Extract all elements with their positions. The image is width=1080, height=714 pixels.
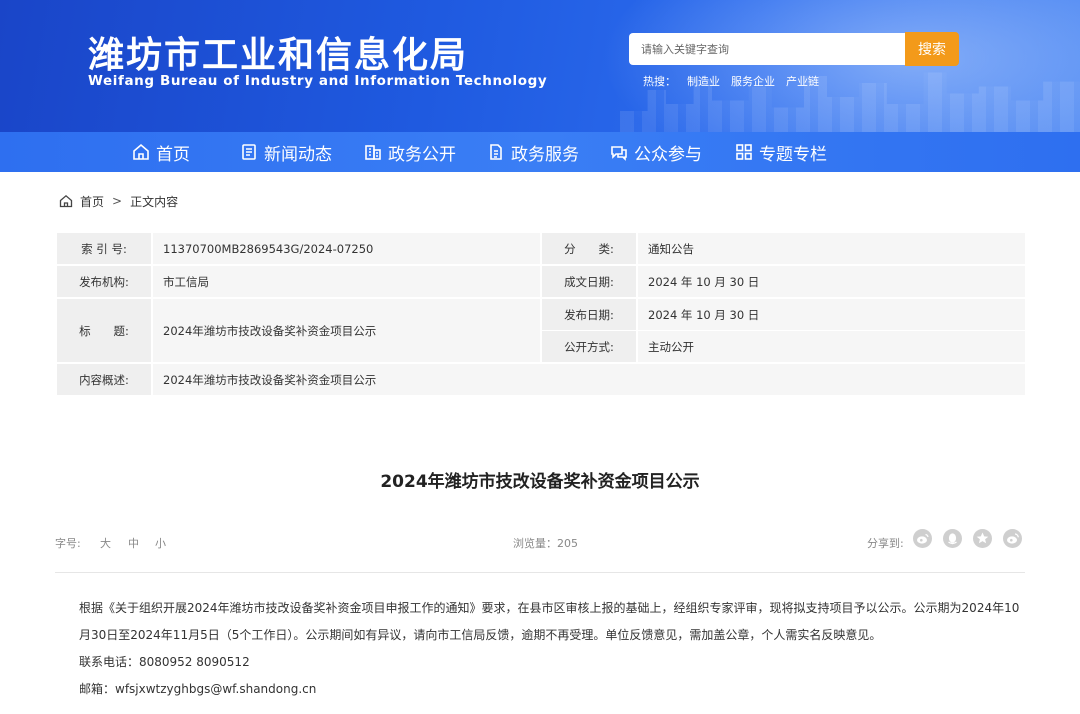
hot-search-link[interactable]: 制造业 — [687, 75, 720, 88]
publisher-label: 发布机构: — [57, 266, 151, 297]
category-value: 通知公告 — [638, 233, 1025, 264]
search-input[interactable] — [629, 33, 905, 65]
font-size-label: 字号: — [55, 537, 81, 550]
hot-search-link[interactable]: 服务企业 — [731, 75, 775, 88]
disclosure-method-value: 主动公开 — [638, 331, 1025, 362]
share-weibo-alt-icon[interactable] — [1003, 529, 1022, 548]
nav-item-label: 专题专栏 — [759, 144, 827, 165]
home-icon — [133, 143, 149, 160]
nav-item-label: 新闻动态 — [264, 144, 332, 165]
title-label: 标 题: — [57, 299, 151, 362]
nav-item-gov-affairs[interactable]: 政务公开 — [364, 132, 456, 172]
title-value: 2024年潍坊市技改设备奖补资金项目公示 — [153, 299, 540, 362]
share-label: 分享到: — [867, 537, 904, 550]
share-qq-icon[interactable] — [943, 529, 962, 548]
hot-search-words: 热搜： 制造业 服务企业 产业链 — [643, 73, 830, 89]
summary-value: 2024年潍坊市技改设备奖补资金项目公示 — [153, 364, 1025, 395]
breadcrumb-separator: > — [112, 194, 123, 208]
share-weibo-icon[interactable] — [913, 529, 932, 548]
document-info-table: 索 引 号: 11370700MB2869543G/2024-07250 分 类… — [57, 233, 1025, 395]
main-nav: 首页 新闻动态 政务公开 政务服务 公众参与 专题专栏 — [0, 132, 1080, 172]
font-size-large-button[interactable]: 大 — [100, 535, 111, 551]
index-number-label: 索 引 号: — [57, 233, 151, 264]
breadcrumb-current: 正文内容 — [130, 194, 179, 209]
divider — [55, 572, 1025, 573]
index-number-value: 11370700MB2869543G/2024-07250 — [153, 233, 540, 264]
document-icon — [490, 144, 502, 160]
site-title[interactable]: 潍坊市工业和信息化局 — [88, 26, 468, 78]
hot-search-link[interactable]: 产业链 — [786, 75, 819, 88]
home-icon — [59, 194, 73, 208]
category-label: 分 类: — [542, 233, 636, 264]
article-toolbar: 字号: 大 中 小 浏览量：205 分享到: — [55, 529, 1025, 551]
nav-item-gov-services[interactable]: 政务服务 — [487, 132, 579, 172]
breadcrumb-home-link[interactable]: 首页 — [80, 193, 104, 210]
font-size-small-button[interactable]: 小 — [155, 535, 166, 551]
nav-item-label: 政务公开 — [388, 144, 456, 165]
contact-email: 邮箱：wfsjxwtzyghbgs@wf.shandong.cn — [79, 682, 317, 696]
view-count: 浏览量：205 — [513, 537, 578, 550]
breadcrumb: 首页 > 正文内容 — [59, 192, 178, 210]
nav-item-label: 首页 — [156, 144, 190, 165]
created-date-label: 成文日期: — [542, 266, 636, 297]
header-banner: 潍坊市工业和信息化局 Weifang Bureau of Industry an… — [0, 0, 1080, 132]
share-qzone-icon[interactable] — [973, 529, 992, 548]
news-icon — [242, 144, 256, 160]
chat-icon — [611, 146, 627, 161]
contact-phone: 联系电话：8080952 8090512 — [79, 655, 250, 669]
published-date-label: 发布日期: — [542, 299, 636, 330]
site-subtitle: Weifang Bureau of Industry and Informati… — [88, 73, 548, 89]
disclosure-method-label: 公开方式: — [542, 331, 636, 362]
grid-icon — [736, 144, 752, 160]
summary-label: 内容概述: — [57, 364, 151, 395]
article-paragraph: 根据《关于组织开展2024年潍坊市技改设备奖补资金项目申报工作的通知》要求，在县… — [79, 601, 1020, 642]
font-size-medium-button[interactable]: 中 — [128, 535, 139, 551]
nav-item-special-topics[interactable]: 专题专栏 — [735, 132, 827, 172]
nav-item-public-participation[interactable]: 公众参与 — [610, 132, 702, 172]
nav-item-label: 公众参与 — [634, 144, 702, 165]
building-icon — [365, 145, 381, 160]
nav-item-home[interactable]: 首页 — [132, 132, 190, 172]
nav-item-news[interactable]: 新闻动态 — [240, 132, 332, 172]
nav-item-label: 政务服务 — [511, 144, 579, 165]
created-date-value: 2024 年 10 月 30 日 — [638, 266, 1025, 297]
published-date-value: 2024 年 10 月 30 日 — [638, 299, 1025, 330]
hot-search-label: 热搜： — [643, 75, 676, 88]
search-button[interactable]: 搜索 — [905, 32, 959, 66]
article-body: 根据《关于组织开展2024年潍坊市技改设备奖补资金项目申报工作的通知》要求，在县… — [55, 595, 1025, 703]
publisher-value: 市工信局 — [153, 266, 540, 297]
article-title: 2024年潍坊市技改设备奖补资金项目公示 — [380, 472, 700, 492]
